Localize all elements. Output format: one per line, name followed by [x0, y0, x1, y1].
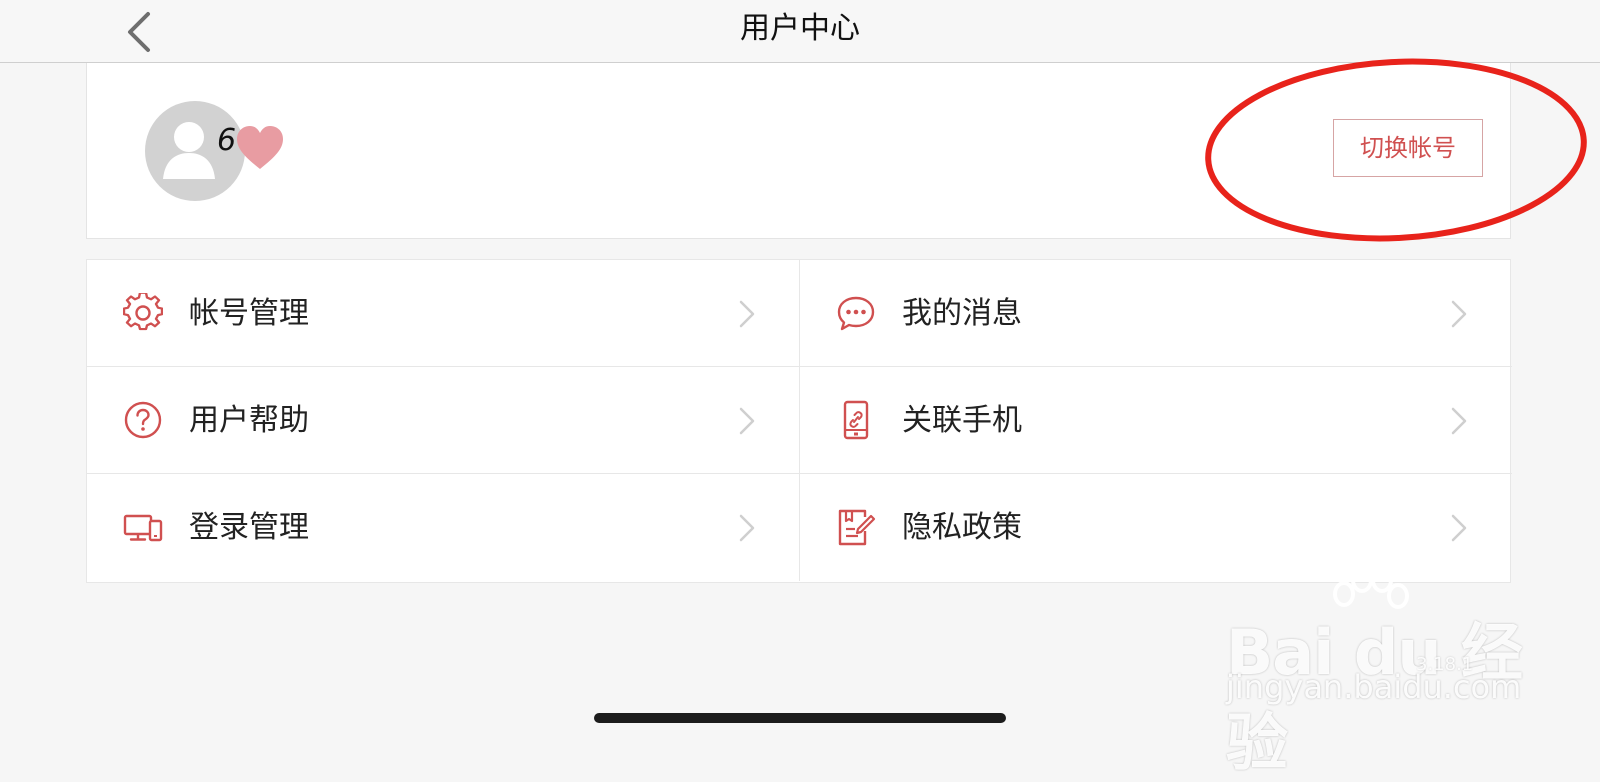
phone-link-icon [843, 400, 869, 440]
switch-account-button[interactable]: 切换帐号 [1333, 119, 1483, 177]
devices-icon [123, 514, 163, 542]
user-profile-card: 6 切换帐号 [86, 63, 1511, 239]
question-circle-icon [124, 401, 162, 439]
chevron-right-icon [1451, 300, 1467, 328]
menu-item-label: 关联手机 [902, 403, 1022, 438]
navigation-bar: 用户中心 [0, 0, 1600, 63]
menu-item-privacy-policy[interactable]: 隐私政策 [799, 474, 1512, 581]
watermark-brand: Bai du 经验 [1226, 616, 1523, 779]
chevron-right-icon [1451, 514, 1467, 542]
page-title: 用户中心 [740, 11, 860, 46]
menu-item-login-management[interactable]: 登录管理 [87, 474, 800, 581]
baidu-jingyan-watermark: Bai du 经验 3.18.1 jingyan.baidu.com [1226, 566, 1526, 779]
document-edit-icon [838, 509, 876, 546]
menu-item-label: 我的消息 [902, 296, 1022, 331]
watermark-url: jingyan.baidu.com [1226, 668, 1522, 706]
menu-item-account-management[interactable]: 帐号管理 [87, 260, 800, 367]
menu-item-my-messages[interactable]: 我的消息 [799, 260, 1512, 367]
menu-item-label: 用户帮助 [189, 403, 309, 438]
menu-item-label: 帐号管理 [189, 296, 309, 331]
menu-item-link-phone[interactable]: 关联手机 [799, 367, 1512, 474]
chat-bubble-icon [837, 296, 875, 331]
menu-item-label: 隐私政策 [902, 510, 1022, 545]
watermark-version: 3.18.1 [1416, 654, 1474, 675]
chevron-right-icon [739, 407, 755, 435]
username: 6 [217, 123, 237, 158]
chevron-right-icon [739, 300, 755, 328]
menu-item-label: 登录管理 [189, 510, 309, 545]
gear-icon [123, 293, 163, 331]
chevron-right-icon [1451, 407, 1467, 435]
menu-item-user-help[interactable]: 用户帮助 [87, 367, 800, 474]
home-indicator[interactable] [594, 713, 1006, 723]
heart-icon [237, 126, 283, 169]
chevron-right-icon [739, 514, 755, 542]
menu-grid: 帐号管理 我的消息 用户帮助 关联手机 登录管理 隐私政策 [86, 259, 1512, 583]
